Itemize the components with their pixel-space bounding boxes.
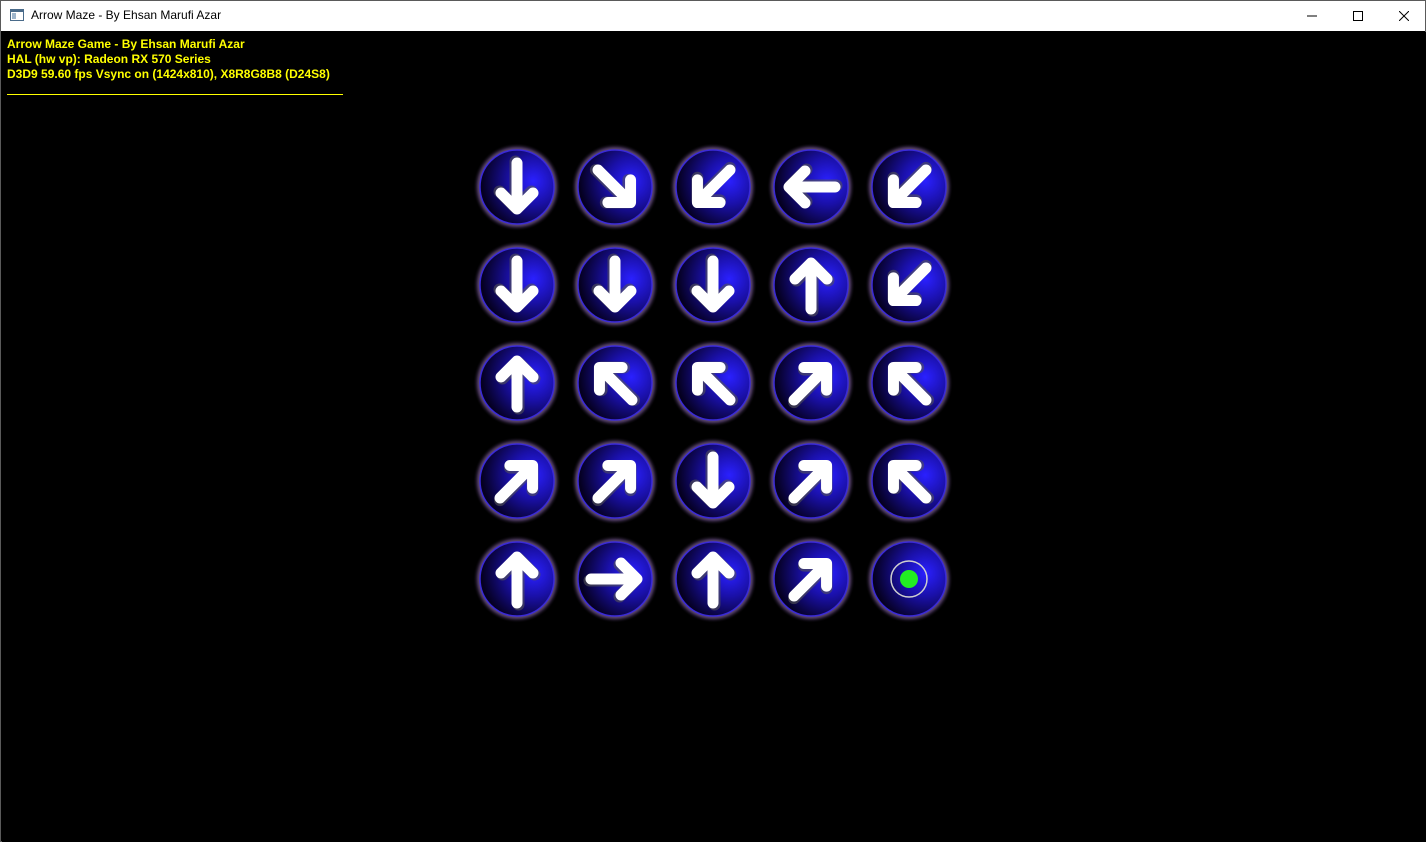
orb-icon (865, 143, 953, 231)
goal-cell[interactable] (864, 534, 954, 624)
arrow-cell-up[interactable] (472, 338, 562, 428)
arrow-cell-up[interactable] (766, 240, 856, 330)
orb-icon (473, 339, 561, 427)
arrow-cell-up-left[interactable] (864, 338, 954, 428)
maze-board (472, 142, 962, 632)
hud-overlay: Arrow Maze Game - By Ehsan Marufi Azar H… (7, 37, 330, 82)
arrow-cell-up-right[interactable] (766, 534, 856, 624)
title-bar[interactable]: Arrow Maze - By Ehsan Marufi Azar (1, 1, 1425, 31)
hud-divider (7, 94, 343, 95)
arrow-cell-left[interactable] (766, 142, 856, 232)
orb-icon (473, 143, 561, 231)
orb-icon (473, 437, 561, 525)
game-window: Arrow Maze - By Ehsan Marufi Azar Arrow … (0, 0, 1426, 842)
app-icon (10, 9, 24, 21)
orb-icon (767, 241, 855, 329)
orb-icon (473, 241, 561, 329)
close-icon (1399, 11, 1409, 21)
arrow-cell-down-left[interactable] (864, 142, 954, 232)
arrow-cell-down[interactable] (668, 436, 758, 526)
orb-icon (669, 241, 757, 329)
arrow-cell-down[interactable] (472, 240, 562, 330)
maximize-icon (1353, 11, 1363, 21)
arrow-cell-up-left[interactable] (668, 338, 758, 428)
arrow-cell-down[interactable] (570, 240, 660, 330)
close-button[interactable] (1381, 1, 1426, 31)
hud-title: Arrow Maze Game - By Ehsan Marufi Azar (7, 37, 245, 51)
orb-icon (669, 143, 757, 231)
arrow-cell-down[interactable] (472, 142, 562, 232)
orb-icon (571, 535, 659, 623)
arrow-cell-up[interactable] (472, 534, 562, 624)
orb-icon (865, 535, 953, 623)
window-title: Arrow Maze - By Ehsan Marufi Azar (31, 8, 222, 22)
orb-icon (669, 535, 757, 623)
orb-icon (571, 339, 659, 427)
orb-icon (571, 437, 659, 525)
arrow-cell-down-left[interactable] (864, 240, 954, 330)
orb-icon (473, 535, 561, 623)
orb-icon (767, 339, 855, 427)
orb-icon (767, 535, 855, 623)
orb-icon (669, 339, 757, 427)
orb-icon (865, 339, 953, 427)
maximize-button[interactable] (1335, 1, 1381, 31)
hud-device-info: HAL (hw vp): Radeon RX 570 Series (7, 52, 211, 66)
arrow-cell-right[interactable] (570, 534, 660, 624)
minimize-icon (1307, 15, 1317, 17)
orb-icon (571, 143, 659, 231)
arrow-cell-up-left[interactable] (570, 338, 660, 428)
orb-icon (865, 241, 953, 329)
orb-icon (767, 437, 855, 525)
arrow-cell-up-right[interactable] (472, 436, 562, 526)
orb-icon (865, 437, 953, 525)
orb-icon (571, 241, 659, 329)
arrow-cell-down[interactable] (668, 240, 758, 330)
orb-icon (669, 437, 757, 525)
arrow-cell-down-left[interactable] (668, 142, 758, 232)
arrow-cell-down-right[interactable] (570, 142, 660, 232)
orb-icon (767, 143, 855, 231)
arrow-cell-up-right[interactable] (766, 436, 856, 526)
hud-fps-info: D3D9 59.60 fps Vsync on (1424x810), X8R8… (7, 67, 330, 81)
minimize-button[interactable] (1289, 1, 1335, 31)
goal-dot-icon (900, 570, 918, 588)
arrow-cell-up-right[interactable] (570, 436, 660, 526)
arrow-cell-up[interactable] (668, 534, 758, 624)
game-viewport[interactable]: Arrow Maze Game - By Ehsan Marufi Azar H… (2, 32, 1426, 842)
arrow-cell-up-left[interactable] (864, 436, 954, 526)
arrow-cell-up-right[interactable] (766, 338, 856, 428)
